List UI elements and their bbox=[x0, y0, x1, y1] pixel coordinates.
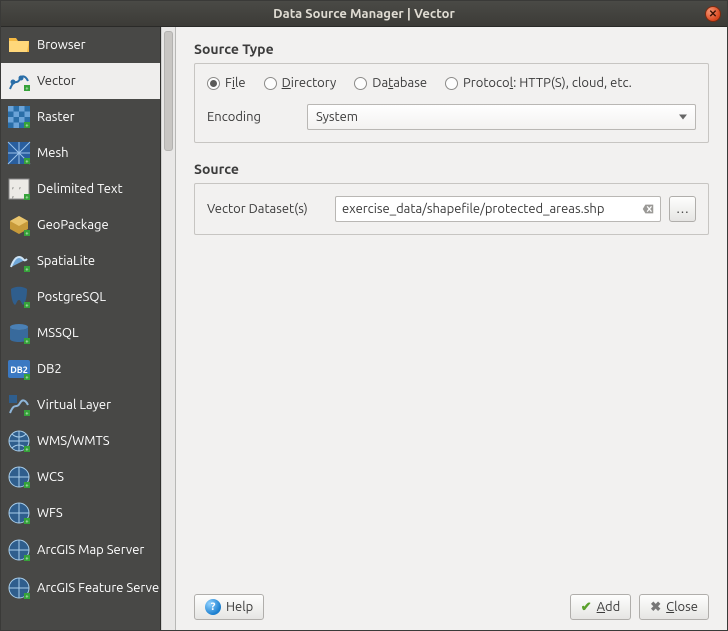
sidebar-item-label: Vector bbox=[37, 74, 154, 88]
close-button[interactable]: ✖ Close bbox=[639, 594, 709, 620]
dialog-footer: ? Help ✔ Add ✖ Close bbox=[194, 584, 709, 620]
postgresql-icon: + bbox=[7, 285, 31, 309]
add-button[interactable]: ✔ Add bbox=[570, 594, 632, 620]
dataset-row: Vector Dataset(s) exercise_data/shapefil… bbox=[207, 196, 696, 222]
sidebar-item-label: Browser bbox=[37, 38, 154, 52]
close-icon: ✖ bbox=[650, 600, 661, 615]
svg-text:,: , bbox=[19, 181, 21, 190]
sidebar-item-label: PostgreSQL bbox=[37, 290, 154, 304]
folder-icon bbox=[7, 33, 31, 57]
globe-icon: + bbox=[7, 576, 31, 600]
window-title: Data Source Manager | Vector bbox=[273, 7, 455, 21]
sidebar-item-label: Mesh bbox=[37, 146, 154, 160]
source-title: Source bbox=[194, 161, 709, 177]
dataset-label: Vector Dataset(s) bbox=[207, 202, 327, 216]
sidebar-item-label: ArcGIS Feature Server bbox=[37, 581, 161, 595]
radio-directory[interactable]: Directory bbox=[264, 76, 337, 90]
sidebar-item-spatialite[interactable]: + SpatiaLite bbox=[1, 243, 160, 279]
sidebar-item-db2[interactable]: DB2+ DB2 bbox=[1, 351, 160, 387]
radio-dot-icon bbox=[354, 77, 367, 90]
globe-icon: + bbox=[7, 538, 31, 562]
browse-button[interactable]: … bbox=[669, 196, 696, 222]
sidebar-item-label: Delimited Text bbox=[37, 182, 154, 196]
sidebar-item-virtual-layer[interactable]: + Virtual Layer bbox=[1, 387, 160, 423]
dataset-path-value: exercise_data/shapefile/protected_areas.… bbox=[342, 202, 604, 216]
sidebar-container: Browser + Vector + Raster bbox=[1, 27, 175, 630]
radio-label: Directory bbox=[282, 76, 337, 90]
browse-label: … bbox=[676, 202, 689, 216]
geopackage-icon: + bbox=[7, 213, 31, 237]
globe-icon: + bbox=[7, 465, 31, 489]
window-body: Browser + Vector + Raster bbox=[1, 27, 727, 630]
sidebar-item-label: WFS bbox=[37, 506, 154, 520]
clear-icon[interactable] bbox=[640, 201, 656, 217]
sidebar-item-wms[interactable]: + WMS/WMTS bbox=[1, 423, 160, 459]
svg-text:,: , bbox=[12, 190, 14, 199]
source-type-radios: File Directory Database Protocol: HTTP(S… bbox=[207, 76, 696, 90]
check-icon: ✔ bbox=[581, 600, 592, 615]
source-group: Vector Dataset(s) exercise_data/shapefil… bbox=[194, 183, 709, 235]
mssql-icon: + bbox=[7, 321, 31, 345]
sidebar-item-wcs[interactable]: + WCS bbox=[1, 459, 160, 495]
vector-icon: + bbox=[7, 69, 31, 93]
sidebar-scrollbar[interactable] bbox=[161, 27, 175, 630]
sidebar-item-label: WCS bbox=[37, 470, 154, 484]
sidebar-item-label: DB2 bbox=[37, 362, 154, 376]
scrollbar-thumb[interactable] bbox=[164, 31, 173, 151]
window-close-button[interactable]: ✕ bbox=[705, 6, 721, 22]
sidebar-item-wfs[interactable]: + WFS bbox=[1, 495, 160, 531]
main-panel: Source Type File Directory Database bbox=[176, 27, 727, 630]
dataset-path-input[interactable]: exercise_data/shapefile/protected_areas.… bbox=[335, 196, 661, 222]
sidebar-item-label: ArcGIS Map Server bbox=[37, 543, 154, 557]
raster-icon: + bbox=[7, 105, 31, 129]
sidebar-item-arcgis-feature[interactable]: + ArcGIS Feature Server bbox=[1, 569, 160, 607]
encoding-select[interactable]: System bbox=[307, 104, 696, 130]
delimited-text-icon: ,,,+ bbox=[7, 177, 31, 201]
data-source-manager-window: Data Source Manager | Vector ✕ Browser + bbox=[0, 0, 728, 631]
sidebar-item-label: Raster bbox=[37, 110, 154, 124]
encoding-row: Encoding System bbox=[207, 104, 696, 130]
radio-dot-icon bbox=[207, 77, 220, 90]
encoding-label: Encoding bbox=[207, 110, 287, 124]
help-icon: ? bbox=[205, 599, 221, 615]
radio-file[interactable]: File bbox=[207, 76, 246, 90]
sidebar-item-label: MSSQL bbox=[37, 326, 154, 340]
help-label: Help bbox=[226, 600, 253, 614]
sidebar-item-postgresql[interactable]: + PostgreSQL bbox=[1, 279, 160, 315]
sidebar-item-raster[interactable]: + Raster bbox=[1, 99, 160, 135]
radio-protocol[interactable]: Protocol: HTTP(S), cloud, etc. bbox=[445, 76, 632, 90]
sidebar-wrap: Browser + Vector + Raster bbox=[1, 27, 176, 630]
sidebar-item-browser[interactable]: Browser bbox=[1, 27, 160, 63]
sidebar-item-label: WMS/WMTS bbox=[37, 434, 154, 448]
radio-dot-icon bbox=[264, 77, 277, 90]
globe-icon: + bbox=[7, 501, 31, 525]
virtual-layer-icon: + bbox=[7, 393, 31, 417]
chevron-down-icon bbox=[679, 115, 687, 120]
spatialite-icon: + bbox=[7, 249, 31, 273]
sidebar-item-mesh[interactable]: + Mesh bbox=[1, 135, 160, 171]
radio-dot-icon bbox=[445, 77, 458, 90]
sidebar-item-label: SpatiaLite bbox=[37, 254, 154, 268]
sidebar-item-mssql[interactable]: + MSSQL bbox=[1, 315, 160, 351]
mesh-icon: + bbox=[7, 141, 31, 165]
sidebar-item-vector[interactable]: + Vector bbox=[1, 63, 160, 99]
titlebar: Data Source Manager | Vector ✕ bbox=[1, 1, 727, 27]
source-type-title: Source Type bbox=[194, 41, 709, 57]
help-button[interactable]: ? Help bbox=[194, 594, 264, 620]
sidebar-item-geopackage[interactable]: + GeoPackage bbox=[1, 207, 160, 243]
encoding-value: System bbox=[316, 110, 358, 124]
sidebar-item-arcgis-map[interactable]: + ArcGIS Map Server bbox=[1, 531, 160, 569]
globe-icon: + bbox=[7, 429, 31, 453]
svg-text:,: , bbox=[12, 181, 14, 190]
db2-icon: DB2+ bbox=[7, 357, 31, 381]
sidebar-item-label: GeoPackage bbox=[37, 218, 154, 232]
sidebar-item-label: Virtual Layer bbox=[37, 398, 154, 412]
close-icon: ✕ bbox=[709, 9, 717, 19]
radio-database[interactable]: Database bbox=[354, 76, 427, 90]
source-type-group: File Directory Database Protocol: HTTP(S… bbox=[194, 63, 709, 143]
source-type-sidebar: Browser + Vector + Raster bbox=[1, 27, 161, 630]
sidebar-item-delimited-text[interactable]: ,,,+ Delimited Text bbox=[1, 171, 160, 207]
